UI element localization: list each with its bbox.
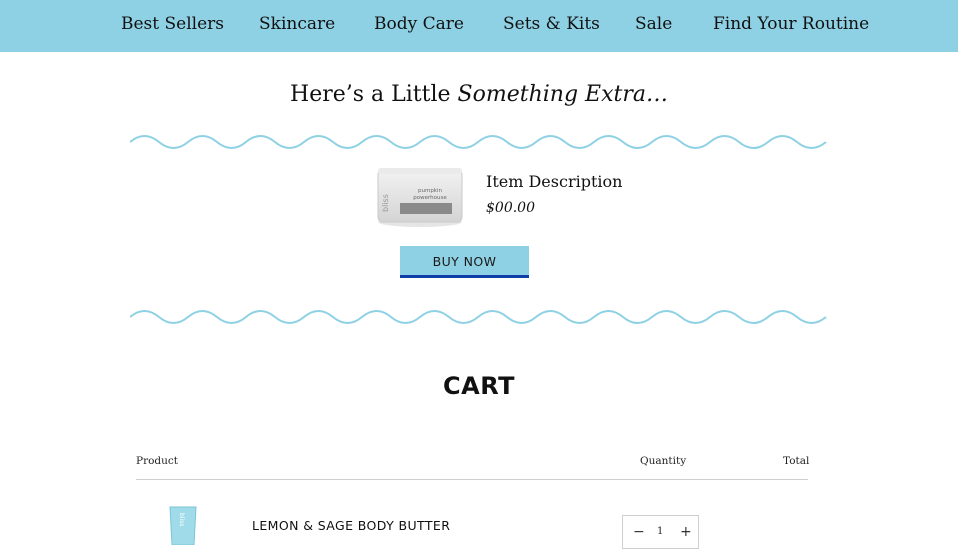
promo-product-label-1: pumpkin xyxy=(418,188,443,194)
nav-best-sellers[interactable]: Best Sellers xyxy=(121,14,224,34)
nav-sale[interactable]: Sale xyxy=(635,14,672,34)
minus-icon[interactable]: − xyxy=(633,524,645,540)
cart-item-image: bliss xyxy=(169,506,197,545)
nav-sets-kits[interactable]: Sets & Kits xyxy=(503,14,600,34)
promo-heading-emphasis: Something Extra… xyxy=(457,82,668,107)
quantity-stepper[interactable]: − 1 + xyxy=(622,515,699,549)
buy-now-button[interactable]: BUY NOW xyxy=(400,246,529,278)
column-header-total: Total xyxy=(783,455,810,467)
promo-heading-prefix: Here’s a Little xyxy=(290,82,458,107)
plus-icon[interactable]: + xyxy=(680,524,692,540)
promo-product-label-2: powerhouse xyxy=(413,195,447,201)
nav-find-your-routine[interactable]: Find Your Routine xyxy=(713,14,869,34)
wave-divider-bottom xyxy=(130,310,827,324)
promo-heading: Here’s a Little Something Extra… xyxy=(0,82,958,107)
cart-title: CART xyxy=(443,372,515,400)
promo-product-image: bliss pumpkin powerhouse xyxy=(377,168,463,227)
cart-item-name[interactable]: LEMON & SAGE BODY BUTTER xyxy=(252,518,450,533)
promo-product-brand: bliss xyxy=(381,194,390,212)
wave-divider-top xyxy=(130,135,827,149)
nav-body-care[interactable]: Body Care xyxy=(374,14,464,34)
nav-skincare[interactable]: Skincare xyxy=(259,14,335,34)
top-nav: Best Sellers Skincare Body Care Sets & K… xyxy=(0,0,958,52)
column-header-quantity: Quantity xyxy=(640,455,687,467)
cart-item-brand: bliss xyxy=(178,513,185,526)
column-header-product: Product xyxy=(136,455,178,467)
quantity-value[interactable]: 1 xyxy=(657,526,663,537)
promo-item-price: $00.00 xyxy=(486,200,535,216)
promo-item-description: Item Description xyxy=(486,172,623,191)
cart-header-divider xyxy=(136,479,808,480)
